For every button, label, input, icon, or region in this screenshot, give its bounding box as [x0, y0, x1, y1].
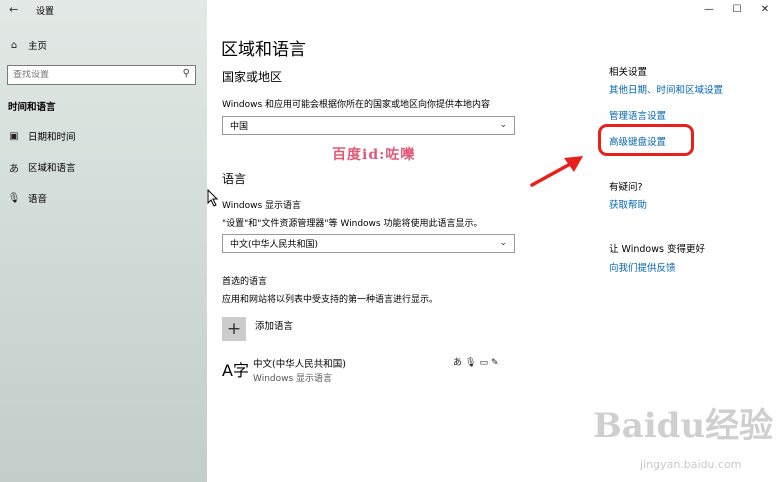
- sidebar-item-label: 日期和时间: [28, 132, 76, 143]
- minimize-button[interactable]: —: [694, 0, 724, 18]
- preferred-languages-label: 首选的语言: [222, 277, 268, 287]
- sidebar-item-home[interactable]: ⌂ 主页: [0, 34, 207, 56]
- sidebar: ← 设置 ⌂ 主页 ⚲ 时间和语言 ▣ 日期和时间 あ 区域和语言 🎙 语音: [0, 0, 207, 482]
- sidebar-item-label: 主页: [28, 41, 48, 52]
- country-heading: 国家或地区: [222, 70, 283, 84]
- handwriting-icon: ✎: [490, 358, 502, 368]
- app-title: 设置: [36, 7, 55, 17]
- speech-feature-icon: 🎙: [465, 358, 480, 368]
- plus-icon: +: [226, 319, 242, 339]
- add-language-label[interactable]: 添加语言: [255, 318, 293, 332]
- sidebar-item-speech[interactable]: 🎙 语音: [0, 187, 207, 209]
- back-arrow-icon[interactable]: ←: [9, 3, 18, 16]
- maximize-button[interactable]: ☐: [722, 0, 752, 18]
- chevron-down-icon: ⌄: [499, 120, 507, 130]
- add-language-button[interactable]: +: [222, 317, 246, 341]
- search-input[interactable]: [13, 70, 173, 80]
- help-heading: 有疑问?: [609, 182, 643, 193]
- home-icon: ⌂: [10, 39, 18, 51]
- country-description: Windows 和应用可能会根据你所在的国家或地区向你提供本地内容: [222, 100, 491, 110]
- sidebar-item-region-language[interactable]: あ 区域和语言: [0, 156, 207, 178]
- red-arrow-icon: [530, 156, 583, 187]
- calendar-clock-icon: ▣: [9, 130, 19, 142]
- link-feedback[interactable]: 向我们提供反馈: [609, 260, 676, 274]
- language-name: 中文(中华人民共和国): [253, 359, 346, 370]
- display-language-feature-icon: あ: [453, 358, 466, 368]
- mouse-cursor-icon: [207, 189, 219, 207]
- sidebar-item-label: 区域和语言: [28, 163, 76, 174]
- search-box[interactable]: ⚲: [7, 65, 196, 85]
- display-language-description: "设置"和"文件资源管理器"等 Windows 功能将使用此语言显示。: [222, 219, 483, 229]
- highlight-annotation: [598, 124, 694, 156]
- language-sub: Windows 显示语言: [253, 374, 333, 384]
- sidebar-item-date-time[interactable]: ▣ 日期和时间: [0, 125, 207, 147]
- microphone-icon: 🎙: [7, 192, 21, 204]
- display-language-label: Windows 显示语言: [222, 201, 302, 211]
- sidebar-section-header: 时间和语言: [8, 102, 56, 113]
- language-glyph-icon: A字: [222, 361, 249, 380]
- link-date-time-region[interactable]: 其他日期、时间和区域设置: [609, 82, 723, 96]
- feedback-heading: 让 Windows 变得更好: [609, 244, 705, 255]
- region-language-icon: あ: [9, 163, 19, 175]
- search-icon[interactable]: ⚲: [183, 68, 190, 79]
- country-selected-value: 中国: [230, 122, 249, 132]
- link-get-help[interactable]: 获取帮助: [609, 197, 647, 211]
- display-language-dropdown[interactable]: 中文(中华人民共和国) ⌄: [222, 234, 515, 253]
- text-to-speech-icon: ▭: [479, 358, 491, 368]
- close-button[interactable]: ✕: [750, 0, 776, 18]
- page-title: 区域和语言: [221, 40, 306, 60]
- language-heading: 语言: [222, 172, 247, 186]
- preferred-languages-description: 应用和网站将以列表中受支持的第一种语言进行显示。: [222, 295, 439, 305]
- country-dropdown[interactable]: 中国 ⌄: [222, 116, 515, 135]
- display-language-selected-value: 中文(中华人民共和国): [230, 240, 319, 250]
- baidu-logo: Baidu经验: [593, 406, 774, 446]
- language-feature-icons: あ🎙▭✎: [453, 355, 502, 368]
- watermark: 百度id:咗嚛: [332, 147, 416, 163]
- chevron-down-icon: ⌄: [499, 238, 507, 248]
- baidu-url: jingyan.baidu.com: [640, 458, 742, 471]
- sidebar-item-label: 语音: [28, 194, 48, 205]
- related-settings-heading: 相关设置: [609, 67, 648, 78]
- link-manage-language[interactable]: 管理语言设置: [609, 108, 666, 122]
